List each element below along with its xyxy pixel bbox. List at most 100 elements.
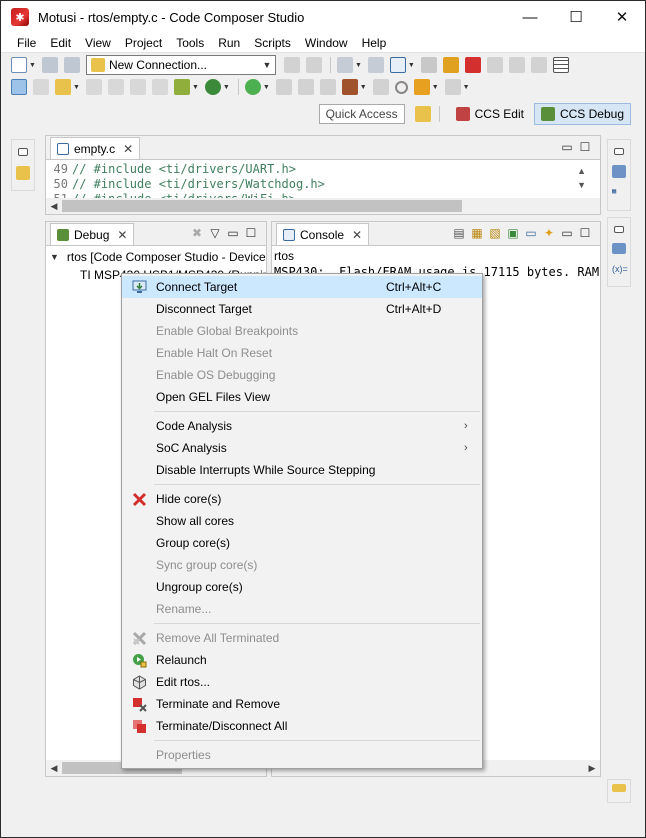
editor-vertical-scroll[interactable]: ▲ ▼ [577,164,586,192]
scroll-left-icon[interactable]: ◀ [46,763,62,774]
maximize-icon[interactable]: ☐ [576,226,594,240]
step-over-assembly-icon[interactable] [319,79,336,95]
menu-item-connect-target[interactable]: Connect Target Ctrl+Alt+C [122,276,482,298]
run-to-line-icon[interactable] [129,79,146,95]
restart-icon[interactable] [530,57,547,73]
minimize-icon[interactable]: ▭ [558,226,576,240]
memory-browser-icon[interactable] [367,57,384,73]
menu-view[interactable]: View [78,36,118,50]
debug-dropdown-icon[interactable]: ▼ [223,84,230,91]
scroll-thumb[interactable] [62,200,462,212]
word-wrap-icon[interactable]: ▧ [486,226,504,240]
tab-empty-c[interactable]: empty.c ✕ [50,137,141,159]
remove-terminated-toolbar-icon[interactable]: ✖ [188,226,206,240]
minimize-icon[interactable]: ▭ [224,226,242,240]
skip-breakpoints-icon[interactable] [33,79,49,95]
ccs-edit-perspective[interactable]: CCS Edit [450,103,530,125]
pin-icon[interactable] [444,79,461,95]
hardware-reset-icon[interactable] [151,79,168,95]
save-all-icon[interactable] [63,57,80,73]
close-button[interactable]: ✕ [599,1,645,33]
tab-console[interactable]: Console ✕ [276,223,370,245]
debug-icon[interactable] [204,79,221,95]
cpu-reset-dropdown-icon[interactable]: ▼ [192,84,199,91]
menu-item-show-all-cores[interactable]: Show all cores [122,510,482,532]
step-assembly-icon[interactable] [275,79,292,95]
maximize-button[interactable]: ☐ [553,1,599,33]
bug-icon[interactable] [244,79,261,95]
menu-run[interactable]: Run [211,36,247,50]
expand-icon[interactable]: ▼ [50,252,59,262]
menu-project[interactable]: Project [118,36,169,50]
menu-item-soc-analysis[interactable]: SoC Analysis › [122,437,482,459]
terminal-dropdown-icon[interactable]: ▼ [408,62,415,69]
menu-item-code-analysis[interactable]: Code Analysis › [122,415,482,437]
step-return-icon[interactable] [486,57,503,73]
new-wizard-icon[interactable] [11,57,27,73]
menu-item-terminate-and-remove[interactable]: Terminate and Remove [122,693,482,715]
open-perspective-icon[interactable] [414,106,431,122]
bug-dropdown-icon[interactable]: ▼ [263,84,270,91]
outline-icon[interactable] [612,165,626,178]
build-icon[interactable] [55,79,71,95]
load-program-icon[interactable] [336,57,353,73]
menu-item-group-core-s[interactable]: Group core(s) [122,532,482,554]
project-explorer-icon[interactable] [16,166,30,180]
disassembly-icon[interactable]: ▦ [612,187,626,200]
disable-breakpoint-icon[interactable] [85,79,102,95]
hammer-dropdown-icon[interactable]: ▼ [360,84,367,91]
restore-icon[interactable] [614,148,624,156]
search-icon[interactable] [394,80,408,94]
flash-icon[interactable] [413,79,430,95]
clear-console-icon[interactable] [372,79,389,95]
restore-icon[interactable] [614,226,624,233]
grid-view-icon[interactable] [552,57,569,73]
suspend-icon[interactable] [442,57,459,73]
save-icon[interactable] [41,57,58,73]
tab-debug[interactable]: Debug ✕ [50,223,135,245]
cpu-reset-icon[interactable] [173,79,190,95]
tree-row[interactable]: ▼ rtos [Code Composer Studio - Device Deb… [46,248,266,266]
menu-item-ungroup-core-s[interactable]: Ungroup core(s) [122,576,482,598]
close-icon[interactable]: ✕ [123,142,133,156]
display-console-icon[interactable]: ▭ [522,226,540,240]
menu-item-edit-rtos[interactable]: Edit rtos... [122,671,482,693]
menu-help[interactable]: Help [355,36,394,50]
terminal-icon[interactable] [389,57,406,73]
ccs-debug-perspective[interactable]: CCS Debug [533,103,631,125]
close-icon[interactable]: ✕ [117,228,127,242]
view-menu-icon[interactable]: ▽ [206,226,224,240]
scroll-lock-icon[interactable]: ▦ [468,226,486,240]
menu-file[interactable]: File [10,36,43,50]
drop-to-frame-icon[interactable] [508,57,525,73]
load-program-dropdown-icon[interactable]: ▼ [355,62,362,69]
connection-combo[interactable]: New Connection... ▼ [85,55,276,75]
menu-tools[interactable]: Tools [169,36,211,50]
close-icon[interactable]: ✕ [352,228,362,242]
minimize-button[interactable]: — [507,1,553,33]
breakpoints-icon[interactable] [612,242,626,255]
menu-window[interactable]: Window [298,36,355,50]
step-into-icon[interactable] [283,57,300,73]
scroll-left-icon[interactable]: ◀ [46,201,62,212]
new-wizard-dropdown-icon[interactable]: ▼ [29,62,36,69]
scroll-right-icon[interactable]: ▶ [584,763,600,774]
menu-item-disconnect-target[interactable]: Disconnect Target Ctrl+Alt+D [122,298,482,320]
minimize-icon[interactable]: ▭ [558,140,576,154]
maximize-icon[interactable]: ☐ [242,226,260,240]
menu-scripts[interactable]: Scripts [247,36,298,50]
quick-access-input[interactable]: Quick Access [318,104,405,124]
step-into-assembly-icon[interactable] [297,79,314,95]
step-over-icon[interactable] [305,57,322,73]
flash-dropdown-icon[interactable]: ▼ [432,84,439,91]
terminate-icon[interactable] [464,57,481,73]
hammer-icon[interactable] [341,79,358,95]
editor-horizontal-scrollbar[interactable]: ◀ [46,198,600,214]
menu-item-terminate-disconnect-all[interactable]: Terminate/Disconnect All [122,715,482,737]
menu-item-open-gel-files-view[interactable]: Open GEL Files View [122,386,482,408]
clear-console-icon[interactable]: ▤ [450,226,468,240]
menu-item-relaunch[interactable]: Relaunch [122,649,482,671]
remove-breakpoints-icon[interactable] [107,79,124,95]
maximize-icon[interactable]: ☐ [576,140,594,154]
resume-icon[interactable] [420,57,437,73]
